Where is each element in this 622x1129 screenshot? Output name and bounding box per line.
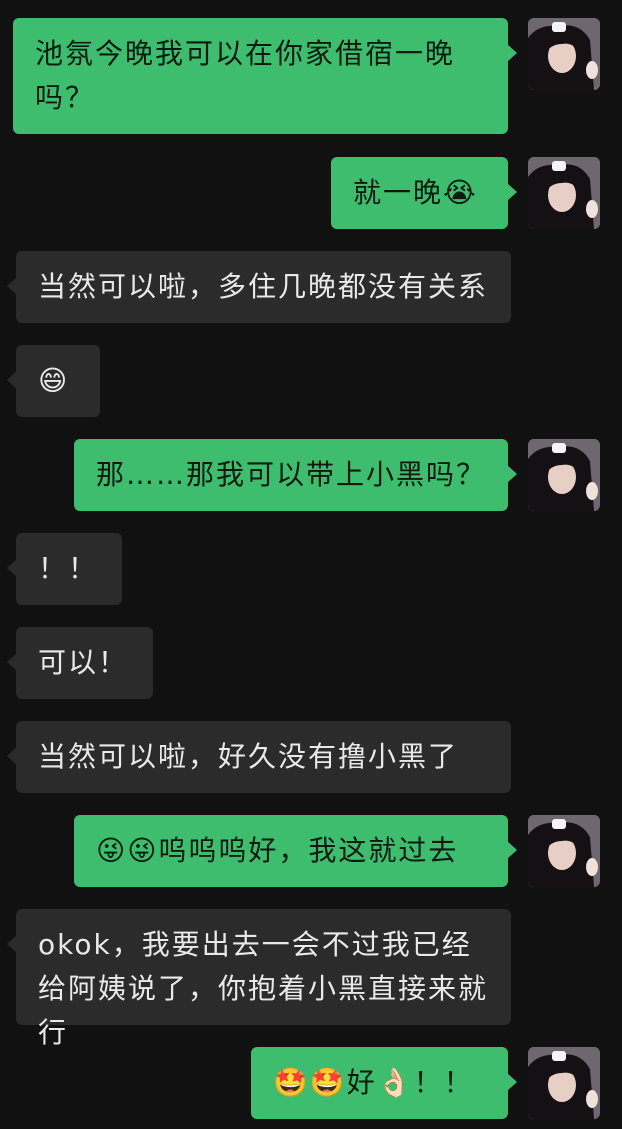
user-avatar-icon[interactable] — [528, 157, 600, 229]
sent-message-bubble[interactable]: 就一晚😭 — [331, 157, 517, 229]
message-row: 当然可以啦，多住几晚都没有关系 — [0, 251, 622, 323]
user-avatar-icon[interactable] — [528, 815, 600, 887]
received-message-bubble[interactable]: 可以！ — [7, 627, 153, 699]
message-row: 🤩🤩好👌🏻！！ — [0, 1047, 622, 1119]
message-row: okok，我要出去一会不过我已经给阿姨说了，你抱着小黑直接来就行 — [0, 909, 622, 1049]
message-row: 就一晚😭 — [0, 157, 622, 229]
message-row: 可以！ — [0, 627, 622, 699]
message-row: 池氛今晚我可以在你家借宿一晚吗？ — [0, 18, 622, 136]
received-message-bubble[interactable]: ！！ — [7, 533, 122, 605]
message-row: 当然可以啦，好久没有撸小黑了 — [0, 721, 622, 793]
message-row: 😄 — [0, 345, 622, 417]
received-message-bubble[interactable]: 当然可以啦，好久没有撸小黑了 — [7, 721, 511, 793]
sent-message-bubble[interactable]: 🤩🤩好👌🏻！！ — [251, 1047, 517, 1119]
sent-message-bubble[interactable]: 😜😜呜呜呜好，我这就过去 — [74, 815, 517, 887]
received-message-bubble[interactable]: 当然可以啦，多住几晚都没有关系 — [7, 251, 511, 323]
received-message-bubble[interactable]: 😄 — [7, 345, 100, 417]
user-avatar-icon[interactable] — [528, 439, 600, 511]
user-avatar-icon[interactable] — [528, 1047, 600, 1119]
sent-message-bubble[interactable]: 池氛今晚我可以在你家借宿一晚吗？ — [13, 18, 517, 134]
sent-message-bubble[interactable]: 那……那我可以带上小黑吗？ — [74, 439, 517, 511]
received-message-bubble[interactable]: okok，我要出去一会不过我已经给阿姨说了，你抱着小黑直接来就行 — [7, 909, 511, 1049]
message-row: 那……那我可以带上小黑吗？ — [0, 439, 622, 511]
user-avatar-icon[interactable] — [528, 18, 600, 90]
message-row: ！！ — [0, 533, 622, 605]
message-row: 😜😜呜呜呜好，我这就过去 — [0, 815, 622, 887]
